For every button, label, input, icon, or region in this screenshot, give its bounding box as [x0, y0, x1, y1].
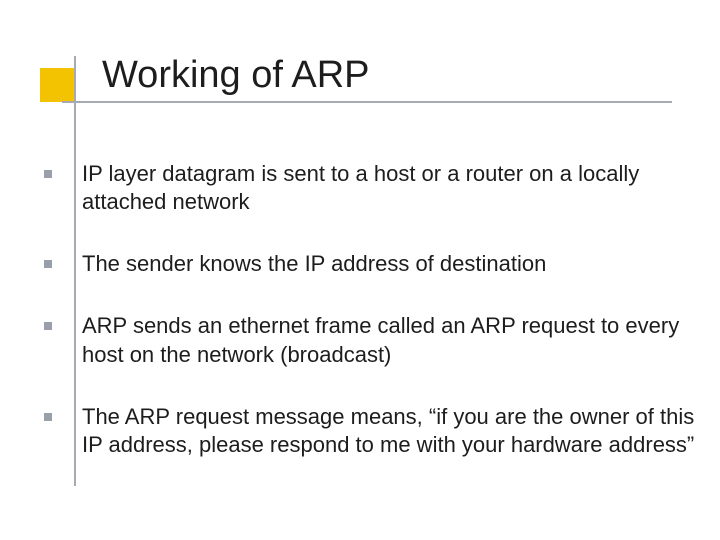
accent-square — [40, 68, 74, 102]
list-item: IP layer datagram is sent to a host or a… — [26, 160, 696, 216]
slide-body: IP layer datagram is sent to a host or a… — [26, 160, 696, 493]
accent-horizontal-line — [62, 101, 672, 103]
slide-title: Working of ARP — [102, 54, 370, 97]
list-item: The sender knows the IP address of desti… — [26, 250, 696, 278]
bullet-list: IP layer datagram is sent to a host or a… — [26, 160, 696, 459]
list-item: The ARP request message means, “if you a… — [26, 403, 696, 459]
list-item: ARP sends an ethernet frame called an AR… — [26, 312, 696, 368]
